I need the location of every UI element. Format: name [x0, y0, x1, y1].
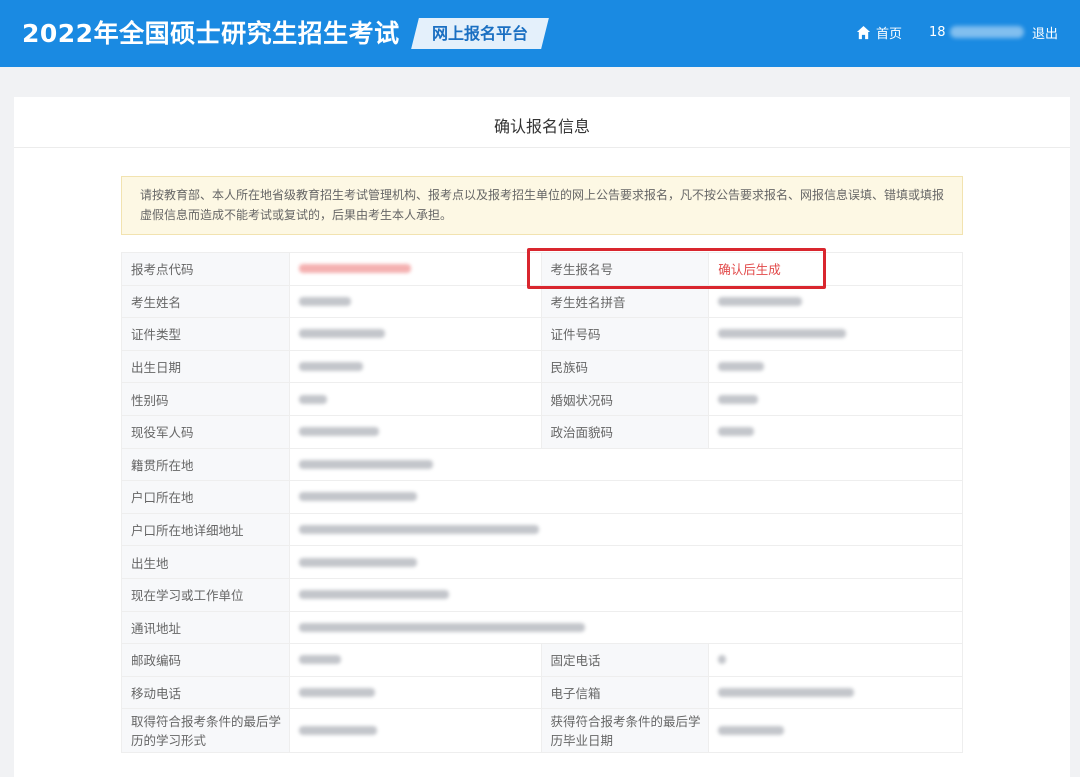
table-row: 出生日期 民族码 — [122, 350, 963, 384]
field-value — [290, 285, 542, 318]
field-value — [709, 415, 963, 448]
title-divider — [14, 147, 1070, 148]
home-icon — [856, 25, 871, 39]
site-title: 2022年全国硕士研究生招生考试 — [22, 19, 400, 48]
field-label: 户口所在地 — [122, 481, 290, 513]
field-label: 获得符合报考条件的最后学历毕业日期 — [541, 709, 710, 753]
field-label: 证件类型 — [122, 318, 290, 350]
field-value — [290, 611, 963, 644]
field-label: 通讯地址 — [122, 611, 290, 644]
field-label: 现在学习或工作单位 — [122, 578, 290, 611]
field-value — [290, 578, 963, 611]
field-value — [290, 481, 963, 513]
field-label: 考生姓名 — [122, 285, 290, 318]
table-row: 性别码 婚姻状况码 — [122, 383, 963, 416]
table-row: 户口所在地详细地址 — [122, 513, 963, 547]
field-label: 出生日期 — [122, 350, 290, 383]
field-label: 现役军人码 — [122, 415, 290, 448]
field-label: 民族码 — [541, 350, 710, 383]
field-value — [709, 350, 963, 383]
field-value — [290, 318, 542, 350]
field-value — [290, 383, 542, 415]
field-label: 户口所在地详细地址 — [122, 513, 290, 546]
table-row: 邮政编码 固定电话 — [122, 644, 963, 677]
field-value — [290, 415, 542, 448]
logout-link[interactable]: 退出 — [1032, 23, 1058, 42]
field-value — [709, 709, 963, 753]
field-value — [709, 285, 963, 318]
user-id-prefix: 18 — [929, 24, 946, 40]
field-label: 固定电话 — [541, 644, 710, 676]
field-value — [290, 546, 963, 578]
table-row: 籍贯所在地 — [122, 448, 963, 482]
field-value — [290, 709, 542, 753]
table-row: 现在学习或工作单位 — [122, 578, 963, 612]
field-label: 取得符合报考条件的最后学历的学习形式 — [122, 709, 290, 753]
notice-banner: 请按教育部、本人所在地省级教育招生考试管理机构、报考点以及报考招生单位的网上公告… — [121, 176, 963, 235]
platform-label: 网上报名平台 — [431, 24, 528, 43]
field-label: 政治面貌码 — [541, 415, 710, 448]
field-value — [709, 383, 963, 415]
home-label: 首页 — [876, 26, 903, 42]
field-label: 出生地 — [122, 546, 290, 578]
field-value — [709, 676, 963, 709]
field-label: 报考点代码 — [122, 253, 290, 285]
field-value — [290, 644, 542, 676]
user-id-masked — [949, 26, 1024, 38]
field-value — [290, 253, 542, 285]
field-label: 邮政编码 — [122, 644, 290, 676]
table-row: 取得符合报考条件的最后学历的学习形式 获得符合报考条件的最后学历毕业日期 — [122, 709, 963, 754]
field-label: 证件号码 — [541, 318, 710, 350]
field-label: 籍贯所在地 — [122, 448, 290, 481]
field-value — [290, 676, 542, 709]
platform-badge: 网上报名平台 — [411, 18, 549, 49]
field-label: 电子信箱 — [541, 676, 710, 709]
field-label: 移动电话 — [122, 676, 290, 709]
table-row: 证件类型 证件号码 — [122, 318, 963, 351]
field-label: 婚姻状况码 — [541, 383, 710, 415]
table-row: 通讯地址 — [122, 611, 963, 645]
field-value — [290, 350, 542, 383]
field-label: 性别码 — [122, 383, 290, 415]
field-label: 考生姓名拼音 — [541, 285, 710, 318]
field-value — [290, 513, 963, 546]
field-value — [709, 644, 963, 676]
table-row: 考生姓名 考生姓名拼音 — [122, 285, 963, 319]
registration-info-table: 报考点代码 考生报名号 确认后生成 考生姓名 考生姓名拼音 证件类型 证件号码 … — [121, 252, 963, 754]
home-link[interactable]: 首页 — [856, 22, 902, 42]
table-row: 现役军人码 政治面貌码 — [122, 415, 963, 449]
main-card: 确认报名信息 请按教育部、本人所在地省级教育招生考试管理机构、报考点以及报考招生… — [14, 97, 1070, 777]
highlight-annotation-box — [527, 248, 826, 289]
page-title: 确认报名信息 — [493, 117, 590, 136]
field-value — [709, 318, 963, 350]
field-value — [290, 448, 963, 481]
table-row: 户口所在地 — [122, 481, 963, 514]
user-account: 18 — [929, 23, 1024, 41]
top-bar: 2022年全国硕士研究生招生考试 网上报名平台 首页 18 退出 — [0, 0, 1080, 67]
table-row: 出生地 — [122, 546, 963, 579]
table-row: 移动电话 电子信箱 — [122, 676, 963, 710]
